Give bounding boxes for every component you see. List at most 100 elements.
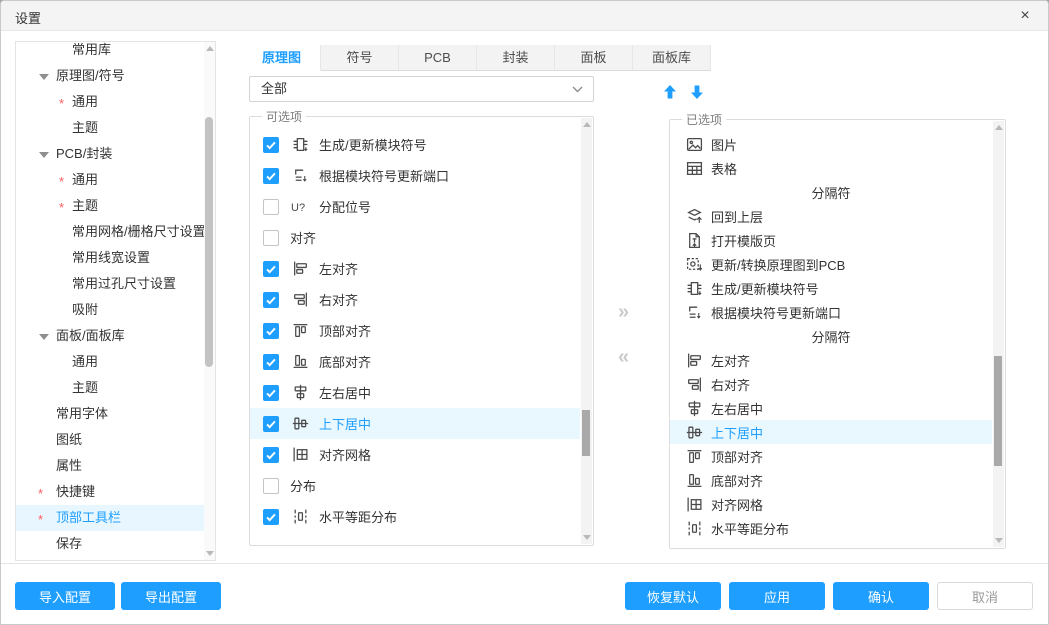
collapse-arrow-icon[interactable] [39, 334, 49, 340]
available-option-row[interactable]: 对齐网格 [250, 439, 580, 470]
available-option-row[interactable]: 对齐 [250, 222, 580, 253]
scroll-down-icon[interactable] [995, 538, 1003, 543]
scroll-down-icon[interactable] [583, 535, 591, 540]
available-option-row[interactable]: 底部对齐 [250, 346, 580, 377]
sidebar-item-常用过孔尺寸设置[interactable]: 常用过孔尺寸设置 [16, 271, 205, 297]
sidebar-item-主题[interactable]: *主题 [16, 193, 205, 219]
tab-符号[interactable]: 符号 [321, 45, 399, 71]
collapse-arrow-icon[interactable] [39, 74, 49, 80]
available-option-row[interactable]: U?分配位号 [250, 191, 580, 222]
option-label: 根据模块符号更新端口 [319, 166, 449, 185]
sidebar-item-吸附[interactable]: 吸附 [16, 297, 205, 323]
scroll-up-icon[interactable] [583, 122, 591, 127]
sidebar-item-PCB/封装[interactable]: PCB/封装 [16, 141, 205, 167]
separator-row[interactable]: 分隔符 [670, 180, 992, 204]
selected-option-row[interactable]: 根据模块符号更新端口 [670, 300, 992, 324]
close-icon[interactable]: × [1014, 5, 1036, 27]
available-option-row[interactable]: 右对齐 [250, 284, 580, 315]
available-option-row[interactable]: 生成/更新模块符号 [250, 129, 580, 160]
checkbox-checked[interactable] [263, 447, 279, 463]
separator-row[interactable]: 分隔符 [670, 324, 992, 348]
sidebar-item-顶部工具栏[interactable]: *顶部工具栏 [16, 505, 205, 531]
tab-面板[interactable]: 面板 [555, 45, 633, 71]
sidebar-item-通用[interactable]: *通用 [16, 89, 205, 115]
sidebar-item-主题[interactable]: 主题 [16, 375, 205, 401]
transfer-to-selected-button[interactable]: » [618, 301, 629, 324]
sidebar-item-图纸[interactable]: 图纸 [16, 427, 205, 453]
confirm-button[interactable]: 确认 [833, 582, 929, 610]
module-port-icon [685, 304, 703, 321]
tab-面板库[interactable]: 面板库 [633, 45, 711, 71]
available-option-row[interactable]: 左右居中 [250, 377, 580, 408]
selected-option-row[interactable]: 左对齐 [670, 348, 992, 372]
selected-option-row[interactable]: 顶部对齐 [670, 444, 992, 468]
import-config-button[interactable]: 导入配置 [15, 582, 115, 610]
checkbox-checked[interactable] [263, 354, 279, 370]
sidebar-item-通用[interactable]: 通用 [16, 349, 205, 375]
sidebar-item-主题[interactable]: 主题 [16, 115, 205, 141]
move-up-button[interactable] [662, 84, 679, 101]
scroll-down-icon[interactable] [206, 551, 214, 556]
available-list-scrollbar[interactable] [581, 118, 592, 544]
checkbox-checked[interactable] [263, 168, 279, 184]
selected-option-row[interactable]: 表格 [670, 156, 992, 180]
selected-option-row[interactable]: 图片 [670, 132, 992, 156]
tab-封装[interactable]: 封装 [477, 45, 555, 71]
sidebar-item-常用网格/栅格尺寸设置[interactable]: 常用网格/栅格尺寸设置 [16, 219, 205, 245]
checkbox-unchecked[interactable] [263, 199, 279, 215]
sidebar-scrollbar[interactable] [204, 42, 215, 560]
move-down-button[interactable] [689, 84, 706, 101]
selected-option-row[interactable]: 更新/转换原理图到PCB [670, 252, 992, 276]
collapse-arrow-icon[interactable] [39, 152, 49, 158]
category-dropdown[interactable]: 全部 [249, 76, 594, 102]
selected-option-row[interactable]: 右对齐 [670, 372, 992, 396]
checkbox-checked[interactable] [263, 509, 279, 525]
sidebar-item-保存[interactable]: 保存 [16, 531, 205, 557]
checkbox-checked[interactable] [263, 137, 279, 153]
apply-button[interactable]: 应用 [729, 582, 825, 610]
scrollbar-thumb[interactable] [582, 410, 590, 456]
checkbox-unchecked[interactable] [263, 230, 279, 246]
checkbox-checked[interactable] [263, 323, 279, 339]
selected-option-row[interactable]: 左右居中 [670, 396, 992, 420]
sidebar-item-常用线宽设置[interactable]: 常用线宽设置 [16, 245, 205, 271]
required-asterisk: * [38, 481, 43, 507]
selected-option-row[interactable]: 打开模版页 [670, 228, 992, 252]
sidebar-item-label: 快捷键 [56, 484, 95, 499]
selected-option-row[interactable]: 生成/更新模块符号 [670, 276, 992, 300]
sidebar-item-通用[interactable]: *通用 [16, 167, 205, 193]
tab-PCB[interactable]: PCB [399, 45, 477, 71]
sidebar-item-快捷键[interactable]: * 快捷键 [16, 479, 205, 505]
checkbox-unchecked[interactable] [263, 478, 279, 494]
restore-defaults-button[interactable]: 恢复默认 [625, 582, 721, 610]
selected-option-row[interactable]: 对齐网格 [670, 492, 992, 516]
sidebar-item-常用字体[interactable]: 常用字体 [16, 401, 205, 427]
available-option-row[interactable]: 上下居中 [250, 408, 580, 439]
available-option-row[interactable]: 左对齐 [250, 253, 580, 284]
checkbox-checked[interactable] [263, 292, 279, 308]
checkbox-checked[interactable] [263, 261, 279, 277]
sidebar-item-原理图/符号[interactable]: 原理图/符号 [16, 63, 205, 89]
checkbox-checked[interactable] [263, 416, 279, 432]
available-option-row[interactable]: 水平等距分布 [250, 501, 580, 532]
sidebar-item-面板/面板库[interactable]: 面板/面板库 [16, 323, 205, 349]
cancel-button[interactable]: 取消 [937, 582, 1033, 610]
available-option-row[interactable]: 分布 [250, 470, 580, 501]
available-option-row[interactable]: 顶部对齐 [250, 315, 580, 346]
available-option-row[interactable]: 根据模块符号更新端口 [250, 160, 580, 191]
scrollbar-thumb[interactable] [205, 117, 213, 367]
selected-option-row[interactable]: 底部对齐 [670, 468, 992, 492]
selected-list-scrollbar[interactable] [993, 121, 1004, 547]
checkbox-checked[interactable] [263, 385, 279, 401]
selected-option-row[interactable]: 水平等距分布 [670, 516, 992, 540]
scroll-up-icon[interactable] [206, 46, 214, 51]
scrollbar-thumb[interactable] [994, 356, 1002, 466]
selected-option-row[interactable]: 上下居中 [670, 420, 992, 444]
sidebar-item-属性[interactable]: 属性 [16, 453, 205, 479]
export-config-button[interactable]: 导出配置 [121, 582, 221, 610]
transfer-to-available-button[interactable]: « [618, 346, 629, 369]
tab-原理图[interactable]: 原理图 [243, 45, 321, 71]
selected-option-row[interactable]: 回到上层 [670, 204, 992, 228]
scroll-up-icon[interactable] [995, 125, 1003, 130]
sidebar-item-常用库[interactable]: 常用库 [16, 41, 205, 63]
